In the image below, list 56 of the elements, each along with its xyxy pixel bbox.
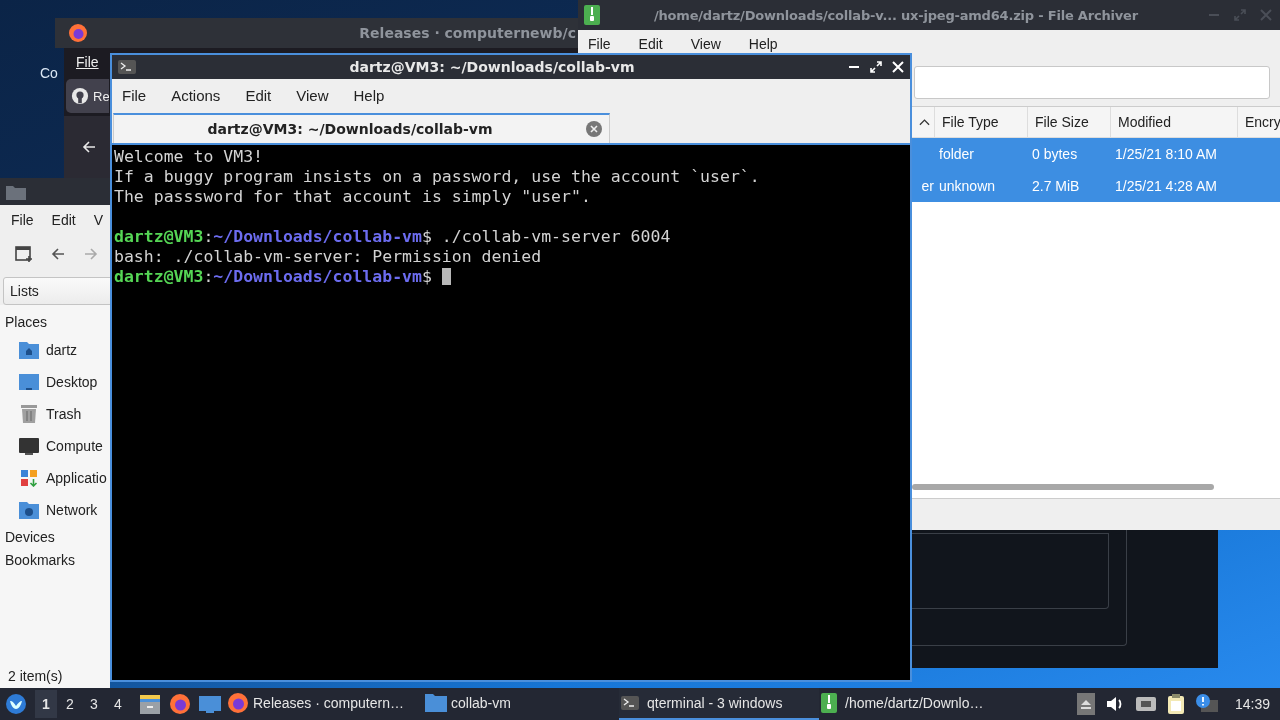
table-cell-text: 2.7 MiB (1031, 178, 1081, 194)
place-item[interactable]: Network (0, 494, 110, 526)
place-item[interactable]: Compute (0, 430, 110, 462)
menu-item[interactable]: Help (748, 36, 778, 52)
desktop-icon-label: Co (40, 65, 58, 81)
table-cell-text: 0 bytes (1031, 146, 1079, 162)
terminal-line: dartz@VM3:~/Downloads/collab-vm$ ./collab-vm-server 6004 (114, 227, 672, 247)
terminal-line: If a buggy program insists on a password, use the account `user`. (114, 167, 761, 187)
menu-item[interactable]: File (76, 54, 99, 70)
menu-item[interactable]: File (122, 86, 147, 104)
status-text: 2 item(s) (7, 668, 64, 686)
taskbar-task[interactable]: qterminal - 3 windows (619, 688, 819, 720)
window-title: /home/dartz/Downloads/collab-v... ux-jpeg-amd64.zip - File Archiver (654, 7, 1138, 23)
column-header[interactable]: File Type (934, 107, 1027, 137)
menu-item[interactable]: File (588, 36, 611, 52)
menu-item[interactable]: Edit (51, 212, 76, 228)
terminal-tab[interactable]: dartz@VM3: ~/Downloads/collab-vm (113, 113, 610, 143)
clock[interactable]: 14:39 (1234, 696, 1270, 712)
terminal-line: Welcome to VM3! (114, 147, 264, 167)
column-header[interactable]: File Size (1027, 107, 1110, 137)
menu-item[interactable]: View (690, 36, 721, 52)
place-item[interactable]: Trash (0, 398, 110, 430)
workspace-button[interactable]: 3 (83, 690, 105, 718)
table-cell: er (921, 178, 934, 194)
section-header[interactable]: Devices (0, 526, 110, 549)
column-header[interactable]: Encry (1237, 107, 1280, 137)
workspace-button[interactable]: 4 (107, 690, 129, 718)
menu-item[interactable]: Edit (245, 86, 272, 104)
workspace-button[interactable]: 1 (35, 690, 57, 718)
menu-item[interactable]: Help (353, 86, 385, 104)
menu-item[interactable]: V (93, 212, 104, 228)
taskbar-task[interactable]: collab-vm (423, 688, 619, 720)
place-item[interactable]: dartz (0, 334, 110, 366)
menu-item[interactable]: Edit (638, 36, 663, 52)
table-cell-text: folder (938, 146, 976, 162)
terminal-line: The passsword for that account is simply "user". (114, 187, 592, 207)
terminal-line: dartz@VM3:~/Downloads/collab-vm$ (114, 267, 908, 287)
view-mode-dropdown[interactable]: Lists (3, 277, 110, 305)
window-title: dartz@VM3: ~/Downloads/collab-vm (348, 59, 636, 75)
section-header[interactable]: Bookmarks (0, 549, 110, 572)
window-title: Releases · computernewb/c (359, 25, 576, 41)
menu-item[interactable]: File (11, 212, 34, 228)
menu-item[interactable]: View (296, 86, 329, 104)
table-cell-text: 1/25/21 4:28 AM (1114, 178, 1218, 194)
table-cell-text: 1/25/21 8:10 AM (1114, 146, 1218, 162)
section-header[interactable]: Places (0, 311, 110, 334)
workspace-button[interactable]: 2 (59, 690, 81, 718)
browser-tab[interactable]: Re (66, 79, 109, 113)
place-item[interactable]: Applicatio (0, 462, 110, 494)
column-header[interactable]: Modified (1110, 107, 1237, 137)
taskbar-task[interactable]: Releases · computern… (225, 688, 423, 720)
terminal-line: bash: ./collab-vm-server: Permission denied (114, 247, 543, 267)
taskbar-task[interactable]: /home/dartz/Downlo… (819, 688, 1019, 720)
menu-item[interactable]: Actions (171, 86, 221, 104)
table-cell-text: unknown (938, 178, 997, 194)
place-item[interactable]: Desktop (0, 366, 110, 398)
